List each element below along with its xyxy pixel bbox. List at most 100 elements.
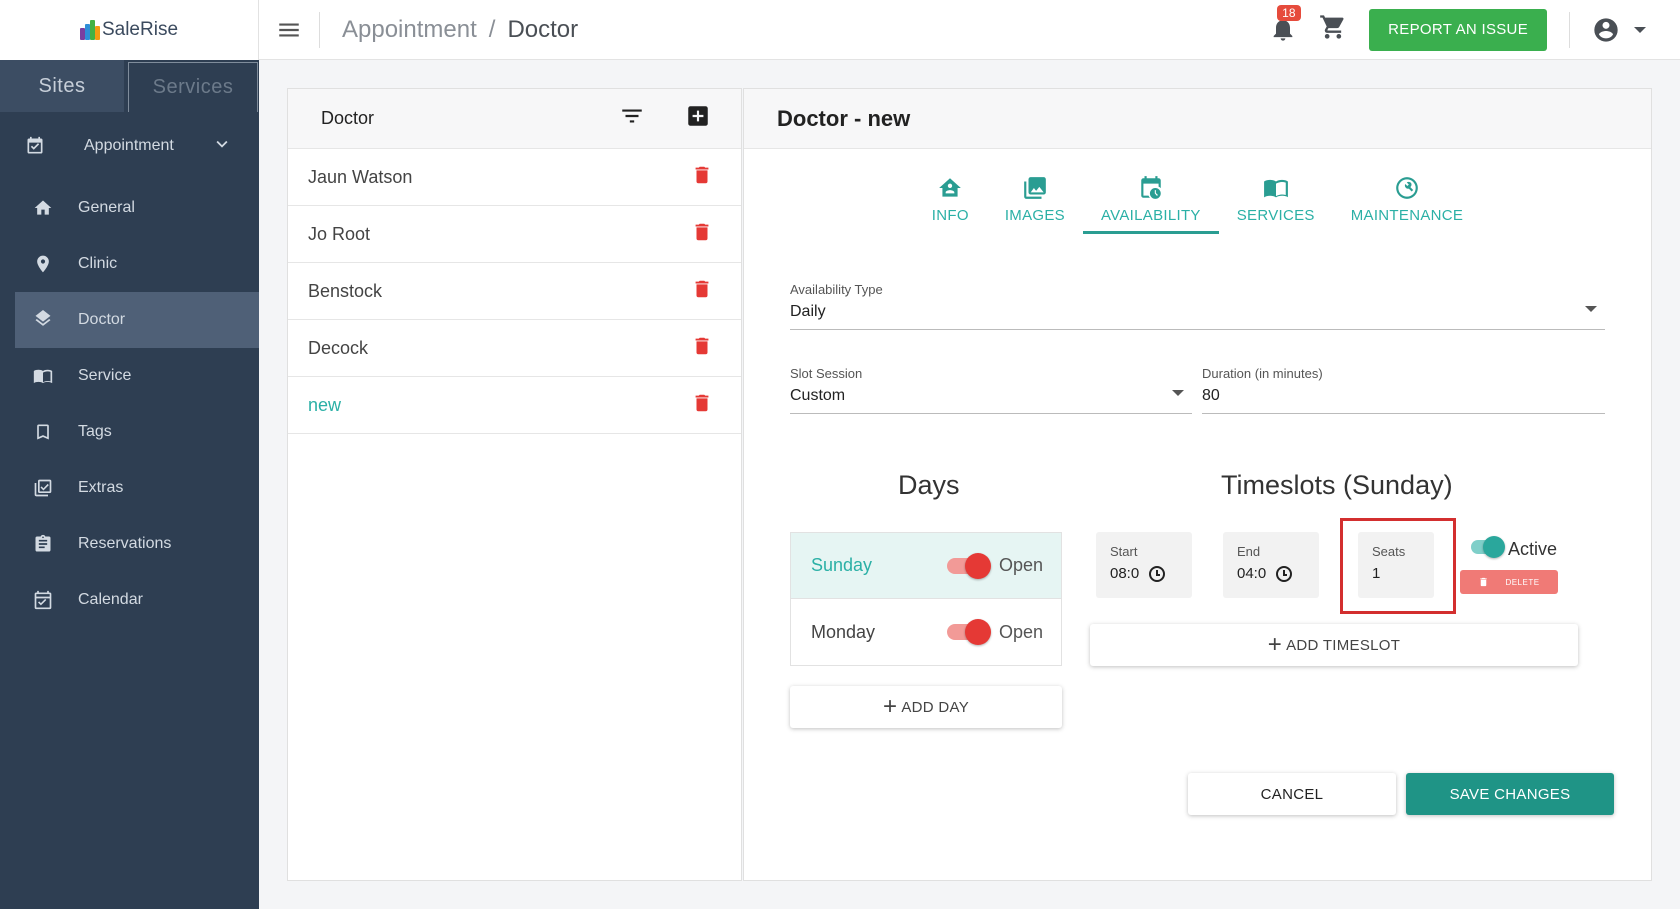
seats-highlight-box	[1340, 518, 1456, 614]
slot-session-select[interactable]: Slot Session Custom	[790, 366, 1192, 414]
sidebar: SaleRise Sites Services Appointment Gene…	[0, 0, 259, 909]
add-timeslot-button[interactable]: + ADD TIMESLOT	[1090, 624, 1578, 666]
availability-type-label: Availability Type	[790, 282, 883, 297]
tab-label: AVAILABILITY	[1100, 207, 1201, 224]
images-icon	[1024, 177, 1046, 199]
delete-doctor-button[interactable]	[691, 334, 713, 363]
dropdown-caret-icon	[1172, 390, 1184, 396]
detail-title: Doctor - new	[744, 89, 1651, 149]
delete-doctor-button[interactable]	[691, 163, 713, 192]
day-open-toggle[interactable]	[946, 619, 991, 645]
timeslot-end-field[interactable]: End 04:0	[1223, 532, 1319, 598]
location-pin-icon	[32, 253, 54, 275]
availability-type-select[interactable]: Availability Type Daily	[790, 282, 1605, 330]
delete-doctor-button[interactable]	[691, 391, 713, 420]
sidebar-item-service[interactable]: Service	[0, 348, 259, 404]
cancel-button[interactable]: CANCEL	[1188, 773, 1396, 815]
notifications-button[interactable]: 18	[1269, 4, 1301, 45]
logo-area: SaleRise	[0, 0, 259, 60]
filter-icon	[622, 109, 642, 123]
report-issue-button[interactable]: REPORT AN ISSUE	[1369, 8, 1547, 51]
doctor-list-item[interactable]: Benstock	[288, 263, 741, 320]
start-value-row: 08:0	[1110, 565, 1178, 582]
detail-tabs: INFO IMAGES AVAILABILITY SERVICES MAINTE…	[744, 169, 1651, 234]
end-label: End	[1237, 544, 1261, 559]
tab-services[interactable]: SERVICES	[1219, 169, 1333, 234]
sidebar-item-general[interactable]: General	[0, 180, 259, 236]
duration-value: 80	[1202, 387, 1220, 404]
delete-doctor-button[interactable]	[691, 277, 713, 306]
duration-input[interactable]: Duration (in minutes) 80	[1202, 366, 1605, 414]
field-underline	[790, 413, 1192, 414]
account-menu-button[interactable]	[1592, 16, 1646, 44]
house-icon	[939, 178, 962, 197]
book-icon	[1263, 179, 1288, 198]
doctor-name: Benstock	[308, 280, 383, 301]
sidebar-item-label: Tags	[78, 423, 112, 440]
app-root: SaleRise Sites Services Appointment Gene…	[0, 0, 1680, 909]
timeslot-active-toggle[interactable]	[1471, 536, 1505, 558]
sidebar-item-reservations[interactable]: Reservations	[0, 516, 259, 572]
tab-info[interactable]: INFO	[914, 169, 987, 234]
end-value: 04:0	[1237, 565, 1267, 582]
add-doctor-button[interactable]	[685, 103, 711, 134]
sidebar-item-label: Extras	[78, 479, 124, 496]
dropdown-caret-icon	[1585, 306, 1597, 312]
clock-icon[interactable]	[1276, 565, 1293, 582]
plus-icon: +	[883, 693, 898, 720]
sidebar-section-appointment[interactable]: Appointment	[0, 112, 259, 180]
plus-icon: +	[1267, 631, 1283, 658]
clock-icon[interactable]	[1149, 565, 1166, 582]
header-divider	[319, 11, 320, 48]
toggle-knob	[1483, 536, 1505, 558]
doctor-list-item[interactable]: Jo Root	[288, 206, 741, 263]
sidebar-item-calendar[interactable]: Calendar	[0, 572, 259, 628]
tab-maintenance[interactable]: MAINTENANCE	[1333, 169, 1481, 234]
breadcrumb-parent[interactable]: Appointment	[342, 16, 477, 44]
save-changes-button[interactable]: SAVE CHANGES	[1406, 773, 1614, 815]
breadcrumb: Appointment / Doctor	[342, 16, 578, 44]
hamburger-menu-button[interactable]	[259, 0, 319, 60]
tab-label: IMAGES	[1004, 207, 1065, 224]
availability-type-value: Daily	[790, 303, 826, 320]
sidebar-item-extras[interactable]: Extras	[0, 460, 259, 516]
sidebar-item-tags[interactable]: Tags	[0, 404, 259, 460]
trash-icon	[695, 166, 709, 183]
doctor-list-item[interactable]: Decock	[288, 320, 741, 377]
wrench-icon	[1396, 177, 1418, 199]
delete-doctor-button[interactable]	[691, 220, 713, 249]
doctor-name: Decock	[308, 337, 369, 358]
sidebar-item-doctor[interactable]: Doctor	[15, 292, 259, 348]
bookmark-icon	[32, 421, 54, 443]
doctor-list-item[interactable]: Jaun Watson	[288, 149, 741, 206]
start-label: Start	[1110, 544, 1138, 559]
add-day-button[interactable]: + ADD DAY	[790, 686, 1062, 728]
tab-label: MAINTENANCE	[1350, 207, 1464, 224]
delete-label: DELETE	[1505, 577, 1540, 587]
doctor-name: new	[308, 394, 342, 415]
sidebar-tab-sites[interactable]: Sites	[0, 60, 124, 112]
tab-label: SERVICES	[1236, 207, 1315, 224]
sidebar-tabs: Sites Services	[0, 60, 259, 112]
timeslot-start-field[interactable]: Start 08:0	[1096, 532, 1192, 598]
doctor-list-item-selected[interactable]: new	[288, 377, 741, 434]
doctor-name: Jo Root	[308, 223, 371, 244]
hamburger-icon	[279, 23, 299, 36]
sidebar-item-label: Service	[78, 367, 132, 384]
tab-availability[interactable]: AVAILABILITY	[1082, 169, 1219, 234]
day-open-toggle[interactable]	[946, 552, 991, 579]
account-circle-icon	[1594, 17, 1618, 42]
sidebar-menu: Appointment General Clinic Doctor Servic…	[0, 112, 259, 628]
day-row-monday[interactable]: Monday Open	[791, 599, 1061, 665]
filter-button[interactable]	[619, 103, 645, 134]
tab-images[interactable]: IMAGES	[987, 169, 1083, 234]
day-row-sunday[interactable]: Sunday Open	[791, 533, 1061, 599]
days-title: Days	[898, 470, 960, 500]
sidebar-item-label: Reservations	[78, 535, 172, 552]
sidebar-tab-services[interactable]: Services	[128, 62, 258, 112]
sidebar-item-clinic[interactable]: Clinic	[0, 236, 259, 292]
delete-timeslot-button[interactable]: DELETE	[1460, 570, 1558, 594]
logo[interactable]: SaleRise	[79, 19, 178, 41]
header-actions: 18 REPORT AN ISSUE	[1269, 0, 1680, 60]
cart-button[interactable]	[1319, 13, 1347, 46]
